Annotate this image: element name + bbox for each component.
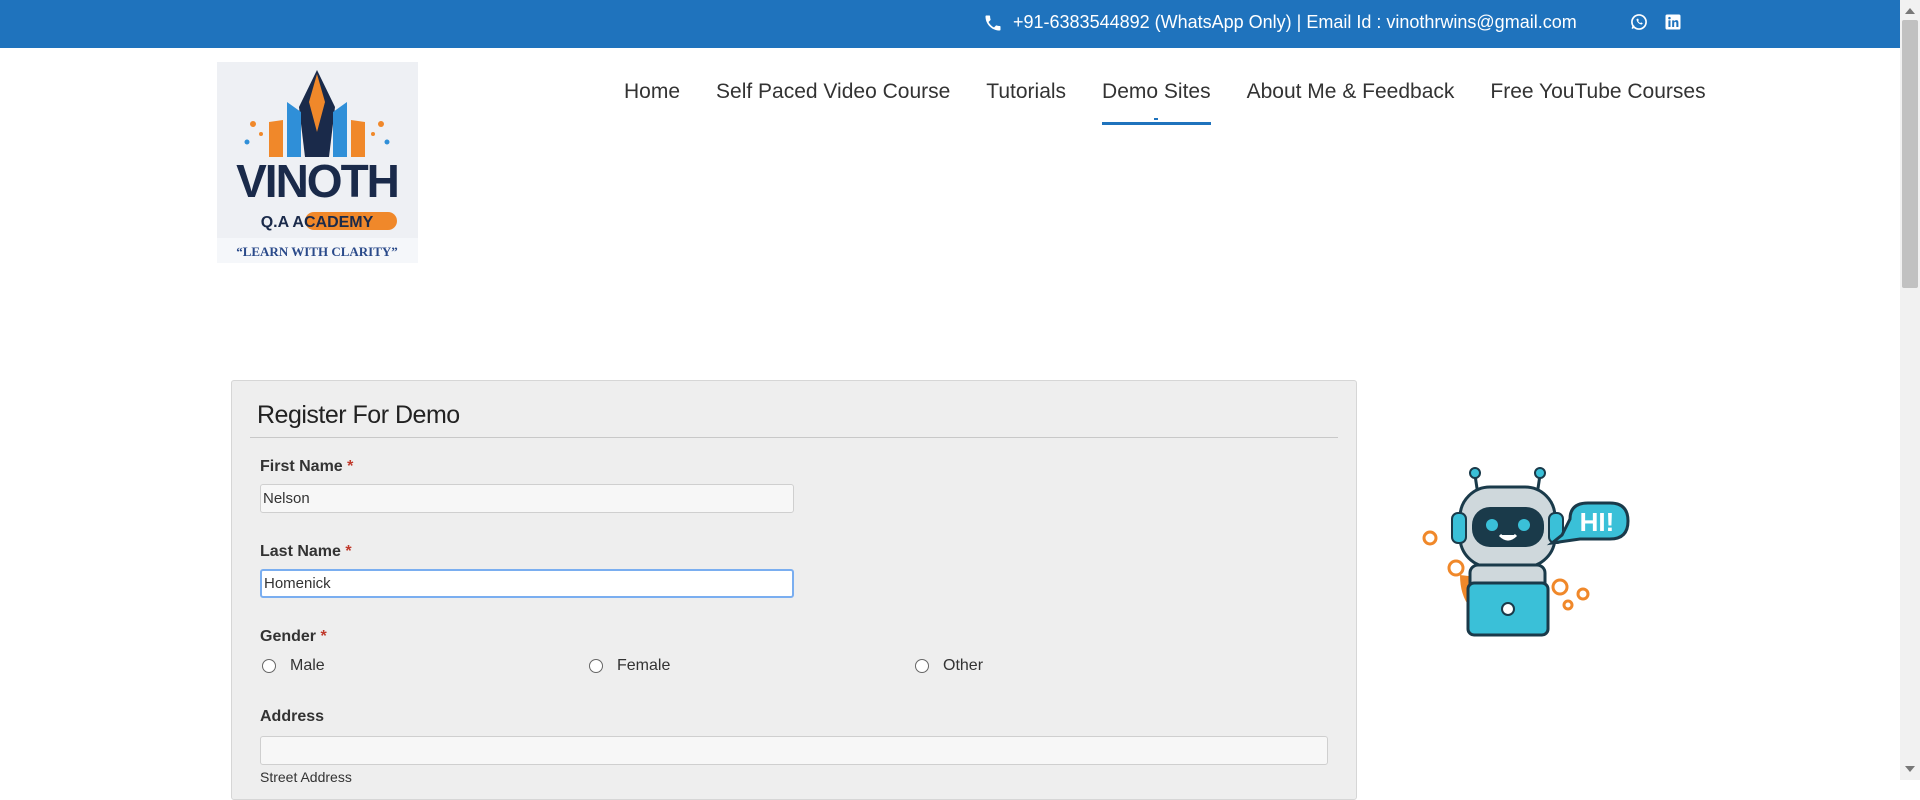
street-address-input[interactable] — [260, 736, 1328, 765]
register-form: Register For Demo First Name * Last Name… — [231, 380, 1357, 800]
address-label: Address — [260, 708, 324, 726]
gender-option-other[interactable]: Other — [915, 657, 983, 675]
nav-item-home[interactable]: Home — [624, 80, 680, 126]
top-contact-bar: +91-6383544892 (WhatsApp Only) | Email I… — [0, 0, 1900, 48]
nav-item-free-youtube-courses[interactable]: Free YouTube Courses — [1490, 80, 1705, 126]
first-name-label: First Name * — [260, 458, 353, 476]
radio-label: Female — [617, 657, 671, 674]
required-marker: * — [347, 458, 354, 475]
nav-item-self-paced-video-course[interactable]: Self Paced Video Course — [716, 80, 950, 126]
scroll-up-arrow[interactable] — [1905, 8, 1915, 14]
main-navigation: Home Self Paced Video Course Tutorials D… — [624, 80, 1706, 126]
nav-item-tutorials[interactable]: Tutorials — [986, 80, 1066, 126]
chatbot-illustration: HI! — [1420, 465, 1630, 640]
gender-option-male[interactable]: Male — [262, 657, 325, 675]
logo-sub-text: Q.A ACADEMY — [261, 214, 374, 231]
radio-label: Male — [290, 657, 325, 674]
contact-text: +91-6383544892 (WhatsApp Only) | Email I… — [1013, 12, 1577, 32]
last-name-label: Last Name * — [260, 543, 352, 561]
last-name-label-text: Last Name — [260, 543, 341, 560]
gender-option-female[interactable]: Female — [589, 657, 670, 675]
contact-info: +91-6383544892 (WhatsApp Only) | Email I… — [983, 12, 1577, 33]
radio-button[interactable] — [915, 659, 929, 673]
first-name-label-text: First Name — [260, 458, 343, 475]
scroll-thumb[interactable] — [1902, 20, 1918, 288]
required-marker: * — [320, 628, 327, 645]
title-divider — [250, 437, 1338, 438]
logo-brand-text: VINOTH — [236, 155, 398, 207]
logo-tagline-text: “LEARN WITH CLARITY” — [236, 244, 398, 259]
nav-item-about-me-feedback[interactable]: About Me & Feedback — [1247, 80, 1455, 126]
linkedin-icon[interactable] — [1663, 12, 1683, 32]
whatsapp-icon[interactable] — [1629, 12, 1649, 32]
scroll-down-arrow[interactable] — [1905, 766, 1915, 772]
required-marker: * — [345, 543, 352, 560]
radio-label: Other — [943, 657, 984, 674]
site-logo[interactable]: VINOTH Q.A ACADEMY “LEARN WITH CLARITY” — [217, 62, 418, 263]
gender-label: Gender * — [260, 628, 327, 646]
page-scrollbar[interactable] — [1900, 0, 1920, 780]
radio-button[interactable] — [262, 659, 276, 673]
nav-item-demo-sites[interactable]: Demo Sites — [1102, 80, 1211, 126]
radio-button[interactable] — [589, 659, 603, 673]
gender-label-text: Gender — [260, 628, 317, 645]
first-name-input[interactable] — [260, 484, 794, 513]
street-address-sublabel: Street Address — [260, 769, 352, 785]
bot-bubble-text: HI! — [1580, 507, 1615, 537]
last-name-input[interactable] — [260, 569, 794, 598]
social-links — [1629, 12, 1683, 32]
address-label-text: Address — [260, 708, 325, 725]
form-title: Register For Demo — [257, 401, 460, 429]
phone-icon — [983, 13, 1003, 33]
